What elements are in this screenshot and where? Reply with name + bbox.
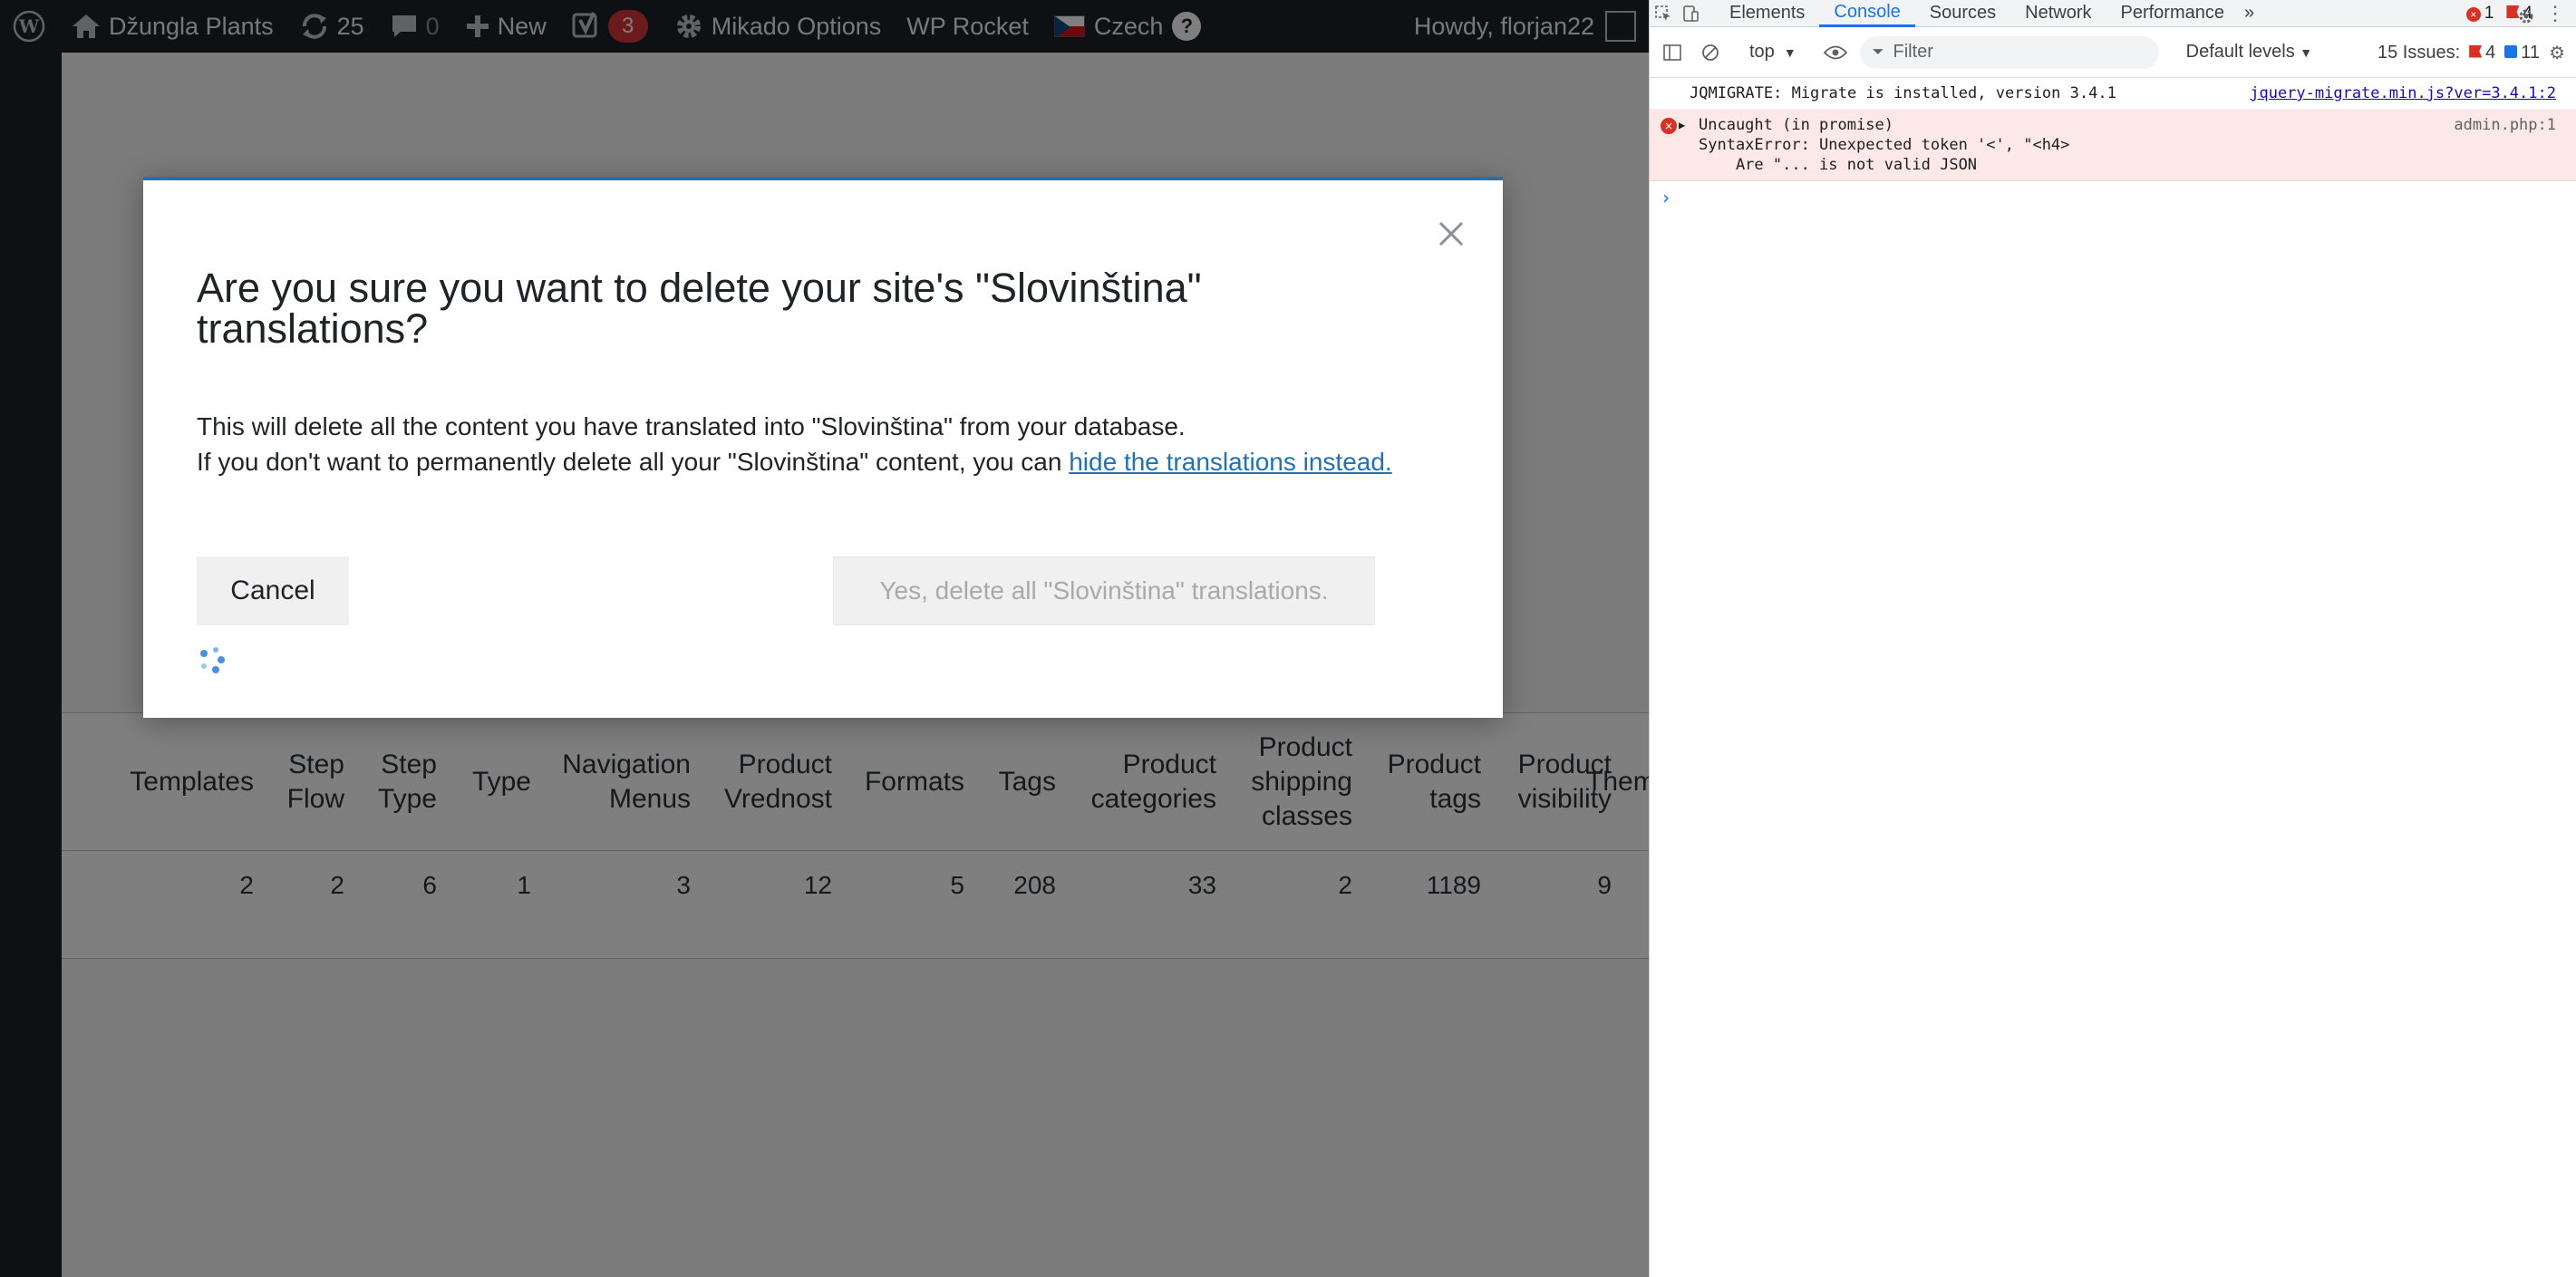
error-count: × 1 <box>2465 4 2494 24</box>
issues-info-value: 11 <box>2521 42 2541 63</box>
dialog-message: This will delete all the content you hav… <box>197 409 1466 479</box>
dialog-message-line-2-text: If you don't want to permanently delete … <box>197 448 1070 476</box>
issues-warn-value: 4 <box>2485 42 2496 63</box>
cancel-button[interactable]: Cancel <box>197 556 349 625</box>
console-error-message: × ▶ Uncaught (in promise) SyntaxError: U… <box>1650 110 2576 181</box>
live-expression-eye-icon[interactable] <box>1822 39 1849 66</box>
hide-translations-link[interactable]: hide the translations instead. <box>1069 448 1391 476</box>
log-levels-label: Default levels <box>2185 42 2295 62</box>
dialog-message-line-2: If you don't want to permanently delete … <box>197 444 1466 479</box>
tab-console[interactable]: Console <box>1819 0 1915 27</box>
expand-triangle-icon[interactable]: ▶ <box>1679 115 1685 135</box>
close-icon[interactable] <box>1436 218 1467 249</box>
clear-console-icon[interactable] <box>1697 39 1724 66</box>
dialog-message-line-1: This will delete all the content you hav… <box>197 412 1186 440</box>
error-icon: × <box>1661 118 1677 134</box>
issues-label: 15 Issues: <box>2377 42 2461 63</box>
kebab-menu-icon[interactable]: ⋮ <box>2545 0 2565 27</box>
console-messages: JQMIGRATE: Migrate is installed, version… <box>1650 78 2576 208</box>
confirm-delete-button[interactable]: Yes, delete all "Slovinština" translatio… <box>833 556 1375 625</box>
console-toolbar: top ▼ ⏷ Filter Default levels ▼ 15 Issue… <box>1650 27 2576 78</box>
console-settings-gear-icon[interactable]: ⚙ <box>2549 42 2565 64</box>
console-prompt[interactable]: › <box>1650 181 2576 208</box>
chevron-down-icon: ▼ <box>1783 44 1796 60</box>
delete-translations-dialog: Are you sure you want to delete your sit… <box>143 177 1503 718</box>
tab-sources[interactable]: Sources <box>1915 0 2010 27</box>
warning-flag-icon <box>2469 44 2483 58</box>
tab-network[interactable]: Network <box>2010 0 2106 27</box>
error-source-link[interactable]: admin.php:1 <box>2454 115 2556 135</box>
issues-warn-count: 4 <box>2469 43 2495 63</box>
more-tabs-icon[interactable]: » <box>2239 0 2260 27</box>
error-count-value: 1 <box>2484 4 2494 23</box>
inspect-element-icon[interactable] <box>1650 0 1677 27</box>
loading-spinner-icon <box>200 647 225 673</box>
log-text: JQMIGRATE: Migrate is installed, version… <box>1690 84 2116 102</box>
context-value: top <box>1749 42 1775 62</box>
issues-info-count: 11 <box>2504 43 2540 63</box>
log-source-link[interactable]: jquery-migrate.min.js?ver=3.4.1:2 <box>2250 83 2556 103</box>
settings-gear-icon[interactable] <box>2513 3 2540 30</box>
dialog-title: Are you sure you want to delete your sit… <box>197 265 1202 352</box>
error-icon: × <box>2465 7 2481 22</box>
filter-funnel-icon: ⏷ <box>1872 44 1884 60</box>
devtools-panel: Elements Console Sources Network Perform… <box>1649 0 2576 1277</box>
device-toolbar-icon[interactable] <box>1677 0 1704 27</box>
chevron-down-icon: ▼ <box>2300 45 2313 60</box>
tab-elements[interactable]: Elements <box>1715 0 1819 27</box>
console-filter-input[interactable]: ⏷ Filter <box>1859 35 2159 69</box>
log-levels-dropdown[interactable]: Default levels ▼ <box>2186 42 2312 63</box>
console-log-message: JQMIGRATE: Migrate is installed, version… <box>1650 78 2576 110</box>
filter-placeholder: Filter <box>1893 42 1933 62</box>
tab-performance[interactable]: Performance <box>2106 0 2240 27</box>
context-selector[interactable]: top ▼ <box>1749 42 1796 63</box>
devtools-tabbar: Elements Console Sources Network Perform… <box>1650 0 2576 27</box>
issues-counter[interactable]: 15 Issues: 4 11 ⚙ <box>2377 27 2565 78</box>
info-flag-icon <box>2504 44 2518 58</box>
sidebar-toggle-icon[interactable] <box>1659 39 1686 66</box>
error-text: Uncaught (in promise) SyntaxError: Unexp… <box>1699 116 2070 174</box>
